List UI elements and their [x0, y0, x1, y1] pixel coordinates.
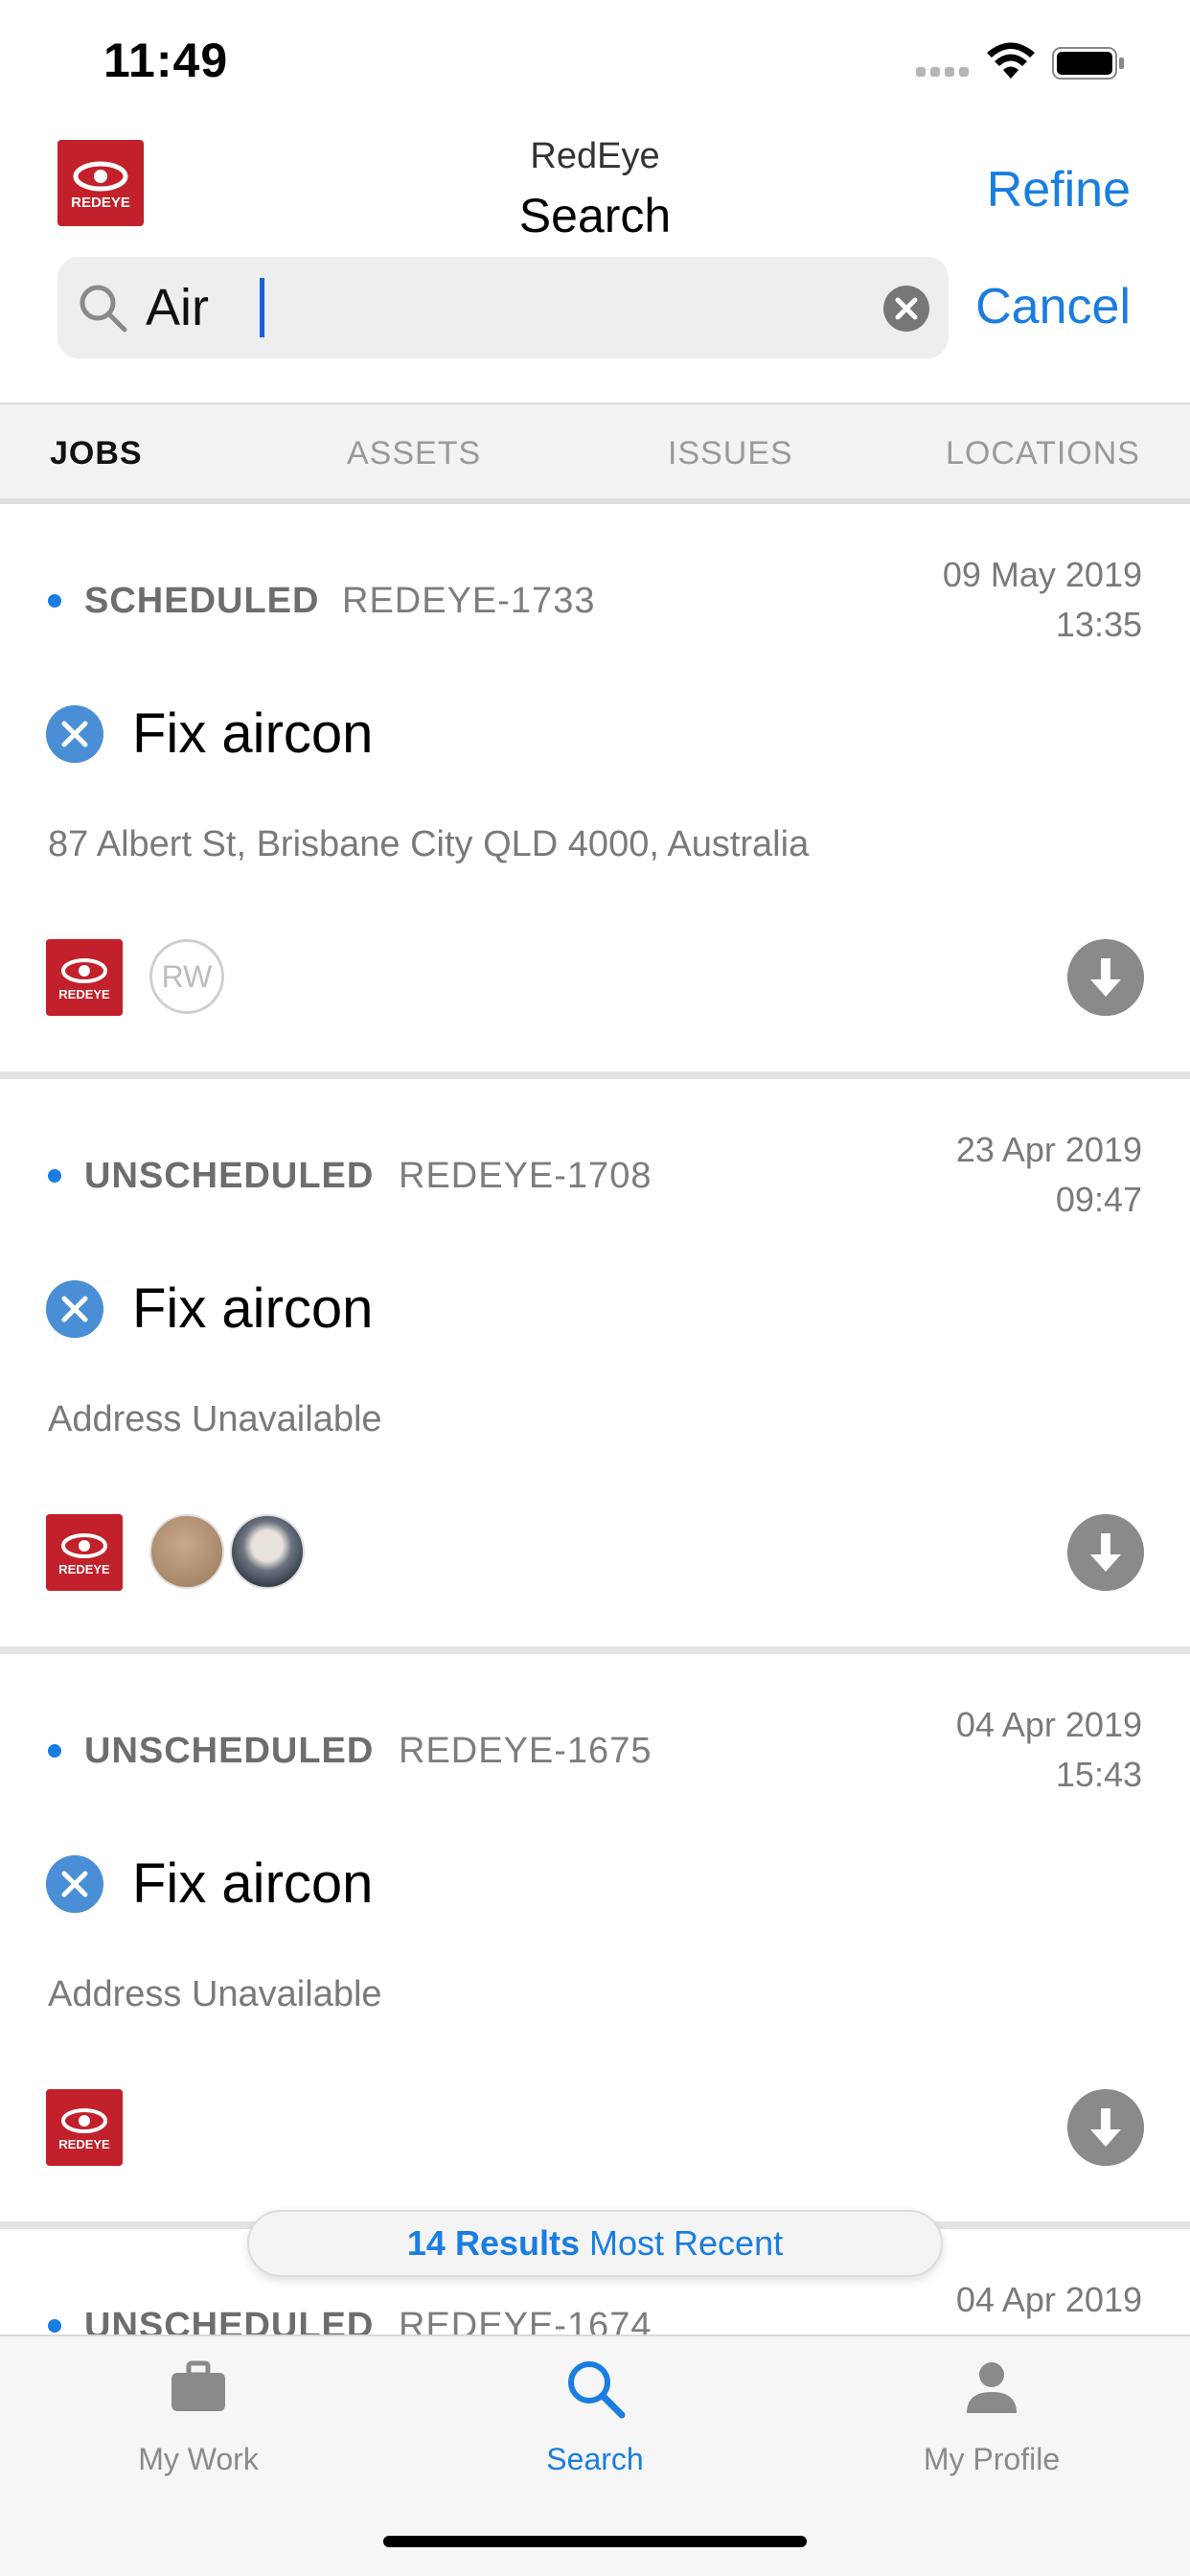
client-logo: REDEYE [46, 939, 123, 1016]
status-dot [48, 1169, 61, 1183]
tools-icon [46, 705, 103, 763]
job-datetime: 04 Apr 2019 [956, 2275, 1142, 2325]
job-id: REDEYE-1733 [342, 581, 596, 621]
results-count: 14 Results [406, 2223, 580, 2263]
home-indicator [383, 2536, 807, 2547]
status-time: 11:49 [103, 34, 229, 87]
tools-icon [46, 1855, 103, 1913]
refine-button[interactable]: Refine [987, 161, 1131, 218]
briefcase-icon [172, 2360, 225, 2411]
svg-text:REDEYE: REDEYE [58, 987, 110, 1001]
status-dot [48, 594, 61, 608]
job-datetime: 09 May 2019 13:35 [943, 550, 1142, 650]
job-card[interactable]: UNSCHEDULED REDEYE-1675 04 Apr 2019 15:4… [0, 1660, 1190, 2235]
search-input[interactable]: Air [57, 257, 949, 358]
job-time: 13:35 [1055, 605, 1142, 644]
client-logo: REDEYE [46, 1514, 123, 1591]
tab-locations[interactable]: LOCATIONS [946, 435, 1140, 472]
svg-text:REDEYE: REDEYE [58, 1562, 110, 1576]
cancel-button[interactable]: Cancel [975, 278, 1131, 335]
status-dot [48, 1744, 61, 1758]
person-icon [967, 2362, 1017, 2413]
job-status: UNSCHEDULED [84, 1156, 375, 1196]
battery-icon [1052, 47, 1124, 80]
job-title: Fix aircon [132, 1852, 374, 1915]
job-id: REDEYE-1674 [399, 2306, 652, 2334]
search-icon [568, 2361, 626, 2419]
job-date: 04 Apr 2019 [955, 2280, 1142, 2319]
status-bar: 11:49 [0, 0, 1190, 125]
svg-text:REDEYE: REDEYE [58, 2137, 110, 2151]
job-status: UNSCHEDULED [84, 2306, 375, 2334]
job-date: 09 May 2019 [942, 555, 1142, 594]
category-tabs: JOBS ASSETS ISSUES LOCATIONS [0, 402, 1190, 504]
job-date: 04 Apr 2019 [955, 1705, 1142, 1744]
client-logo: REDEYE [46, 2089, 123, 2166]
results-sort[interactable]: Most Recent [589, 2223, 783, 2263]
clear-icon[interactable] [883, 286, 929, 332]
job-address: Address Unavailable [48, 1399, 382, 1439]
job-id: REDEYE-1708 [399, 1156, 652, 1196]
job-card[interactable]: UNSCHEDULED REDEYE-1708 23 Apr 2019 09:4… [0, 1085, 1190, 1660]
job-datetime: 23 Apr 2019 09:47 [956, 1125, 1142, 1225]
job-date: 23 Apr 2019 [955, 1130, 1142, 1169]
tabbar-my-work[interactable]: My Work [0, 2336, 397, 2499]
signal-icon [916, 59, 970, 79]
job-id: REDEYE-1675 [399, 1731, 652, 1771]
job-address: 87 Albert St, Brisbane City QLD 4000, Au… [48, 824, 810, 864]
tabbar-my-profile[interactable]: My Profile [793, 2336, 1190, 2499]
download-icon[interactable] [1067, 2089, 1144, 2166]
tab-issues[interactable]: ISSUES [668, 435, 793, 472]
tools-icon [46, 1280, 103, 1338]
job-status: SCHEDULED [84, 581, 320, 621]
download-icon[interactable] [1067, 939, 1144, 1016]
job-address: Address Unavailable [48, 1974, 382, 2014]
card-divider [0, 1646, 1190, 1654]
text-caret [260, 278, 264, 337]
job-time: 15:43 [1055, 1755, 1142, 1794]
tab-assets[interactable]: ASSETS [347, 435, 481, 472]
assignee-avatar [149, 1514, 224, 1589]
tabbar-label: Search [546, 2442, 644, 2476]
results-summary[interactable]: 14 Results Most Recent [247, 2210, 943, 2277]
status-dot [48, 2319, 61, 2333]
job-title: Fix aircon [132, 702, 374, 765]
tabbar-label: My Work [138, 2442, 259, 2476]
job-datetime: 04 Apr 2019 15:43 [956, 1700, 1142, 1800]
job-card[interactable]: SCHEDULED REDEYE-1733 09 May 2019 13:35 … [0, 510, 1190, 1085]
job-time: 09:47 [1055, 1180, 1142, 1219]
tabbar-search[interactable]: Search [397, 2336, 793, 2499]
assignee-avatar [230, 1514, 305, 1589]
wifi-icon [987, 42, 1035, 79]
job-title: Fix aircon [132, 1277, 374, 1340]
download-icon[interactable] [1067, 1514, 1144, 1591]
search-icon [80, 285, 127, 333]
tab-jobs[interactable]: JOBS [50, 435, 143, 472]
card-divider [0, 1071, 1190, 1079]
assignee-avatar: RW [149, 939, 224, 1014]
search-query: Air [146, 279, 209, 336]
tabbar-label: My Profile [923, 2442, 1061, 2476]
job-status: UNSCHEDULED [84, 1731, 375, 1771]
